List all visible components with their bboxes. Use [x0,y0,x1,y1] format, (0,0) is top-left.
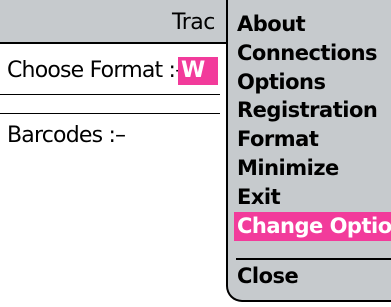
divider-top [0,94,220,95]
menu-item-format[interactable]: Format [234,125,322,154]
choose-format-label: Choose Format :– [7,58,186,83]
menu-item-options[interactable]: Options [234,68,330,97]
divider-bottom [0,113,220,114]
menu-item-change-option[interactable]: Change Option [234,212,391,241]
menu-item-registration[interactable]: Registration [234,96,381,125]
barcodes-label: Barcodes :– [7,123,126,148]
menu-item-connections[interactable]: Connections [234,39,381,68]
menu-item-minimize[interactable]: Minimize [234,154,343,183]
window-title: Trac [172,10,215,35]
format-selector[interactable]: W [178,57,218,85]
menu-item-exit[interactable]: Exit [234,183,284,212]
menu-item-close[interactable]: Close [234,262,302,291]
menu-item-about[interactable]: About [234,10,309,39]
popup-menu: About Connections Options Registration F… [226,0,391,302]
menu-divider [236,258,391,260]
